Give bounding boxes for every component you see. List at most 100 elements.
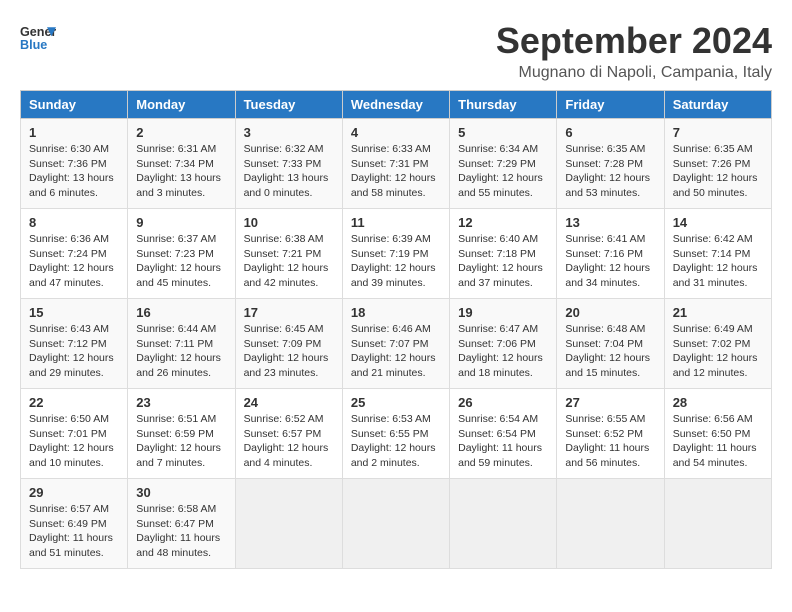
day-number: 21 bbox=[673, 305, 763, 320]
header-row: Sunday Monday Tuesday Wednesday Thursday… bbox=[21, 91, 772, 119]
col-wednesday: Wednesday bbox=[342, 91, 449, 119]
day-info: Sunrise: 6:57 AMSunset: 6:49 PMDaylight:… bbox=[29, 502, 119, 561]
day-info: Sunrise: 6:33 AMSunset: 7:31 PMDaylight:… bbox=[351, 142, 441, 201]
logo-icon: General Blue bbox=[20, 20, 56, 56]
day-number: 24 bbox=[244, 395, 334, 410]
day-number: 22 bbox=[29, 395, 119, 410]
day-info: Sunrise: 6:43 AMSunset: 7:12 PMDaylight:… bbox=[29, 322, 119, 381]
table-row: 13 Sunrise: 6:41 AMSunset: 7:16 PMDaylig… bbox=[557, 209, 664, 299]
day-number: 14 bbox=[673, 215, 763, 230]
day-number: 4 bbox=[351, 125, 441, 140]
day-info: Sunrise: 6:51 AMSunset: 6:59 PMDaylight:… bbox=[136, 412, 226, 471]
day-number: 15 bbox=[29, 305, 119, 320]
table-row: 29 Sunrise: 6:57 AMSunset: 6:49 PMDaylig… bbox=[21, 479, 128, 569]
table-row: 20 Sunrise: 6:48 AMSunset: 7:04 PMDaylig… bbox=[557, 299, 664, 389]
day-number: 29 bbox=[29, 485, 119, 500]
table-row bbox=[450, 479, 557, 569]
day-number: 30 bbox=[136, 485, 226, 500]
col-monday: Monday bbox=[128, 91, 235, 119]
header: General Blue September 2024 Mugnano di N… bbox=[20, 20, 772, 82]
day-info: Sunrise: 6:53 AMSunset: 6:55 PMDaylight:… bbox=[351, 412, 441, 471]
day-info: Sunrise: 6:41 AMSunset: 7:16 PMDaylight:… bbox=[565, 232, 655, 291]
day-info: Sunrise: 6:44 AMSunset: 7:11 PMDaylight:… bbox=[136, 322, 226, 381]
table-row: 17 Sunrise: 6:45 AMSunset: 7:09 PMDaylig… bbox=[235, 299, 342, 389]
calendar-week-row: 29 Sunrise: 6:57 AMSunset: 6:49 PMDaylig… bbox=[21, 479, 772, 569]
day-info: Sunrise: 6:31 AMSunset: 7:34 PMDaylight:… bbox=[136, 142, 226, 201]
day-number: 16 bbox=[136, 305, 226, 320]
table-row: 9 Sunrise: 6:37 AMSunset: 7:23 PMDayligh… bbox=[128, 209, 235, 299]
day-number: 5 bbox=[458, 125, 548, 140]
table-row: 22 Sunrise: 6:50 AMSunset: 7:01 PMDaylig… bbox=[21, 389, 128, 479]
day-info: Sunrise: 6:56 AMSunset: 6:50 PMDaylight:… bbox=[673, 412, 763, 471]
table-row: 21 Sunrise: 6:49 AMSunset: 7:02 PMDaylig… bbox=[664, 299, 771, 389]
day-info: Sunrise: 6:55 AMSunset: 6:52 PMDaylight:… bbox=[565, 412, 655, 471]
day-info: Sunrise: 6:49 AMSunset: 7:02 PMDaylight:… bbox=[673, 322, 763, 381]
day-number: 28 bbox=[673, 395, 763, 410]
page-container: General Blue September 2024 Mugnano di N… bbox=[20, 20, 772, 569]
table-row: 18 Sunrise: 6:46 AMSunset: 7:07 PMDaylig… bbox=[342, 299, 449, 389]
day-number: 6 bbox=[565, 125, 655, 140]
table-row: 12 Sunrise: 6:40 AMSunset: 7:18 PMDaylig… bbox=[450, 209, 557, 299]
table-row: 19 Sunrise: 6:47 AMSunset: 7:06 PMDaylig… bbox=[450, 299, 557, 389]
table-row bbox=[557, 479, 664, 569]
day-info: Sunrise: 6:38 AMSunset: 7:21 PMDaylight:… bbox=[244, 232, 334, 291]
day-number: 26 bbox=[458, 395, 548, 410]
day-number: 17 bbox=[244, 305, 334, 320]
day-number: 23 bbox=[136, 395, 226, 410]
calendar-table: Sunday Monday Tuesday Wednesday Thursday… bbox=[20, 90, 772, 569]
table-row: 2 Sunrise: 6:31 AMSunset: 7:34 PMDayligh… bbox=[128, 119, 235, 209]
table-row: 7 Sunrise: 6:35 AMSunset: 7:26 PMDayligh… bbox=[664, 119, 771, 209]
day-number: 12 bbox=[458, 215, 548, 230]
day-info: Sunrise: 6:48 AMSunset: 7:04 PMDaylight:… bbox=[565, 322, 655, 381]
day-number: 1 bbox=[29, 125, 119, 140]
page-title: September 2024 bbox=[496, 20, 772, 62]
day-info: Sunrise: 6:52 AMSunset: 6:57 PMDaylight:… bbox=[244, 412, 334, 471]
day-info: Sunrise: 6:39 AMSunset: 7:19 PMDaylight:… bbox=[351, 232, 441, 291]
day-number: 11 bbox=[351, 215, 441, 230]
day-info: Sunrise: 6:47 AMSunset: 7:06 PMDaylight:… bbox=[458, 322, 548, 381]
day-number: 9 bbox=[136, 215, 226, 230]
day-info: Sunrise: 6:34 AMSunset: 7:29 PMDaylight:… bbox=[458, 142, 548, 201]
table-row: 24 Sunrise: 6:52 AMSunset: 6:57 PMDaylig… bbox=[235, 389, 342, 479]
day-number: 2 bbox=[136, 125, 226, 140]
day-info: Sunrise: 6:42 AMSunset: 7:14 PMDaylight:… bbox=[673, 232, 763, 291]
table-row: 14 Sunrise: 6:42 AMSunset: 7:14 PMDaylig… bbox=[664, 209, 771, 299]
day-info: Sunrise: 6:30 AMSunset: 7:36 PMDaylight:… bbox=[29, 142, 119, 201]
day-info: Sunrise: 6:35 AMSunset: 7:26 PMDaylight:… bbox=[673, 142, 763, 201]
day-info: Sunrise: 6:40 AMSunset: 7:18 PMDaylight:… bbox=[458, 232, 548, 291]
table-row: 23 Sunrise: 6:51 AMSunset: 6:59 PMDaylig… bbox=[128, 389, 235, 479]
table-row bbox=[235, 479, 342, 569]
table-row: 10 Sunrise: 6:38 AMSunset: 7:21 PMDaylig… bbox=[235, 209, 342, 299]
table-row: 28 Sunrise: 6:56 AMSunset: 6:50 PMDaylig… bbox=[664, 389, 771, 479]
logo: General Blue bbox=[20, 20, 56, 56]
calendar-week-row: 8 Sunrise: 6:36 AMSunset: 7:24 PMDayligh… bbox=[21, 209, 772, 299]
col-tuesday: Tuesday bbox=[235, 91, 342, 119]
table-row: 6 Sunrise: 6:35 AMSunset: 7:28 PMDayligh… bbox=[557, 119, 664, 209]
day-number: 7 bbox=[673, 125, 763, 140]
table-row: 15 Sunrise: 6:43 AMSunset: 7:12 PMDaylig… bbox=[21, 299, 128, 389]
col-friday: Friday bbox=[557, 91, 664, 119]
day-number: 10 bbox=[244, 215, 334, 230]
title-section: September 2024 Mugnano di Napoli, Campan… bbox=[496, 20, 772, 82]
day-info: Sunrise: 6:54 AMSunset: 6:54 PMDaylight:… bbox=[458, 412, 548, 471]
location-subtitle: Mugnano di Napoli, Campania, Italy bbox=[496, 64, 772, 82]
day-number: 3 bbox=[244, 125, 334, 140]
table-row: 11 Sunrise: 6:39 AMSunset: 7:19 PMDaylig… bbox=[342, 209, 449, 299]
col-thursday: Thursday bbox=[450, 91, 557, 119]
table-row bbox=[664, 479, 771, 569]
table-row bbox=[342, 479, 449, 569]
day-number: 19 bbox=[458, 305, 548, 320]
calendar-week-row: 22 Sunrise: 6:50 AMSunset: 7:01 PMDaylig… bbox=[21, 389, 772, 479]
table-row: 27 Sunrise: 6:55 AMSunset: 6:52 PMDaylig… bbox=[557, 389, 664, 479]
calendar-week-row: 15 Sunrise: 6:43 AMSunset: 7:12 PMDaylig… bbox=[21, 299, 772, 389]
day-number: 25 bbox=[351, 395, 441, 410]
day-info: Sunrise: 6:36 AMSunset: 7:24 PMDaylight:… bbox=[29, 232, 119, 291]
day-info: Sunrise: 6:46 AMSunset: 7:07 PMDaylight:… bbox=[351, 322, 441, 381]
day-number: 8 bbox=[29, 215, 119, 230]
table-row: 30 Sunrise: 6:58 AMSunset: 6:47 PMDaylig… bbox=[128, 479, 235, 569]
table-row: 4 Sunrise: 6:33 AMSunset: 7:31 PMDayligh… bbox=[342, 119, 449, 209]
svg-text:Blue: Blue bbox=[20, 38, 47, 52]
day-info: Sunrise: 6:37 AMSunset: 7:23 PMDaylight:… bbox=[136, 232, 226, 291]
table-row: 26 Sunrise: 6:54 AMSunset: 6:54 PMDaylig… bbox=[450, 389, 557, 479]
table-row: 3 Sunrise: 6:32 AMSunset: 7:33 PMDayligh… bbox=[235, 119, 342, 209]
